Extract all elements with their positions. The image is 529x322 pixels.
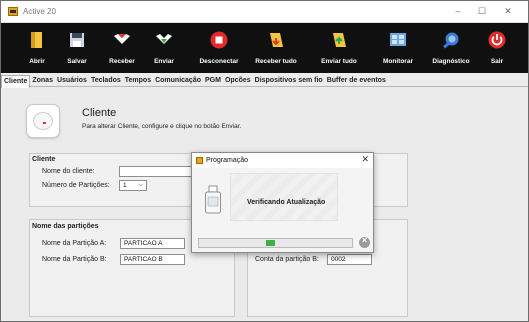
dialog-status-text: Verificando Atualização bbox=[247, 199, 326, 206]
close-button[interactable]: ✕ bbox=[499, 4, 517, 19]
dialog-close-button[interactable]: ✕ bbox=[361, 154, 369, 165]
tab-buffer-de-eventos[interactable]: Buffer de eventos bbox=[325, 75, 388, 87]
toolbar-label: Enviar tudo bbox=[321, 58, 357, 65]
tab-pgm[interactable]: PGM bbox=[203, 75, 223, 87]
tab-tempos[interactable]: Tempos bbox=[123, 75, 153, 87]
chevron-down-icon: ⌵ bbox=[138, 182, 143, 188]
toolbar-label: Monitorar bbox=[383, 58, 413, 65]
app-icon bbox=[196, 157, 203, 164]
toolbar-label: Abrir bbox=[29, 58, 45, 65]
toolbar-button-desconectar[interactable]: Desconectar bbox=[197, 23, 241, 73]
update-progress-bar bbox=[198, 238, 353, 248]
partitions-count-select[interactable]: 1 ⌵ bbox=[119, 180, 147, 191]
toolbar-label: Sair bbox=[490, 58, 504, 65]
tab-opcoes[interactable]: Opcões bbox=[223, 75, 253, 87]
client-name-field[interactable] bbox=[119, 166, 197, 177]
toolbar-button-sair[interactable]: Sair bbox=[483, 23, 511, 73]
disconnect-icon bbox=[210, 31, 228, 49]
monitor-icon bbox=[390, 33, 406, 46]
diagnostic-icon bbox=[443, 32, 459, 49]
programacao-dialog: Programação ✕ Verificando Atualização bbox=[191, 152, 374, 253]
toolbar-button-enviar-tudo[interactable]: Enviar tudo bbox=[317, 23, 361, 73]
toolbar-label: Receber bbox=[109, 58, 135, 65]
open-file-icon bbox=[31, 32, 42, 48]
tab-usuarios[interactable]: Usuários bbox=[55, 75, 89, 87]
toolbar-button-abrir[interactable]: Abrir bbox=[21, 23, 53, 73]
power-icon bbox=[488, 31, 506, 49]
tab-comunicacao[interactable]: Comunicação bbox=[153, 75, 203, 87]
send-all-icon bbox=[333, 33, 346, 47]
receive-icon bbox=[114, 34, 130, 44]
toolbar-button-enviar[interactable]: Enviar bbox=[147, 23, 181, 73]
page-title: Cliente bbox=[82, 107, 117, 119]
partitions-count-label: Número de Partições: bbox=[42, 182, 110, 189]
partitions-count-value: 1 bbox=[123, 182, 127, 189]
tab-bar: Cliente Zonas Usuários Teclados Tempos C… bbox=[1, 75, 528, 88]
logo-watermark bbox=[230, 173, 338, 221]
send-icon bbox=[156, 34, 172, 44]
cliente-icon bbox=[26, 104, 60, 138]
dialog-title: Programação bbox=[206, 157, 249, 164]
usb-drive-icon bbox=[205, 185, 221, 214]
toolbar-label: Enviar bbox=[154, 58, 174, 65]
app-icon bbox=[8, 7, 18, 16]
toolbar-label: Diagnóstico bbox=[432, 58, 470, 65]
tab-cliente[interactable]: Cliente bbox=[1, 75, 31, 88]
account-b-field[interactable]: 0002 bbox=[327, 254, 372, 265]
account-b-label: Conta da partição B: bbox=[255, 256, 319, 263]
panel-title: Nome das partições bbox=[32, 223, 99, 230]
panel-title: Cliente bbox=[32, 156, 56, 163]
cancel-icon[interactable] bbox=[359, 235, 370, 248]
partition-a-field[interactable]: PARTICAO A bbox=[120, 238, 185, 249]
toolbar-label: Salvar bbox=[67, 58, 87, 65]
partition-a-label: Nome da Partição A: bbox=[42, 240, 107, 247]
partition-b-label: Nome da Partição B: bbox=[42, 256, 107, 263]
maximize-button[interactable]: ☐ bbox=[473, 4, 491, 19]
toolbar-button-receber[interactable]: Receber bbox=[105, 23, 139, 73]
title-bar: Active 20 – ☐ ✕ bbox=[1, 1, 528, 23]
dialog-title-bar: Programação ✕ bbox=[192, 153, 373, 168]
receive-all-icon bbox=[270, 33, 283, 47]
toolbar-label: Desconectar bbox=[199, 58, 239, 65]
partition-b-field[interactable]: PARTICAO B bbox=[120, 254, 185, 265]
toolbar-button-receber-tudo[interactable]: Receber tudo bbox=[254, 23, 298, 73]
progress-fill bbox=[266, 240, 276, 246]
window-title: Active 20 bbox=[23, 7, 56, 16]
toolbar-button-diagnostico[interactable]: Diagnóstico bbox=[428, 23, 474, 73]
toolbar: Abrir Salvar Receber Enviar Desconectar bbox=[1, 23, 528, 73]
minimize-button[interactable]: – bbox=[449, 4, 467, 19]
tab-teclados[interactable]: Teclados bbox=[89, 75, 123, 87]
toolbar-button-monitorar[interactable]: Monitorar bbox=[376, 23, 420, 73]
tab-dispositivos-sem-fio[interactable]: Dispositivos sem fio bbox=[253, 75, 325, 87]
save-icon bbox=[70, 33, 84, 47]
tab-zonas[interactable]: Zonas bbox=[30, 75, 55, 87]
client-name-label: Nome do cliente: bbox=[42, 168, 95, 175]
app-window: Active 20 – ☐ ✕ Abrir Salvar Receber Env… bbox=[0, 0, 529, 322]
toolbar-label: Receber tudo bbox=[255, 58, 297, 65]
page-subtitle: Para alterar Cliente, configure e clique… bbox=[82, 123, 242, 130]
toolbar-button-salvar[interactable]: Salvar bbox=[61, 23, 93, 73]
